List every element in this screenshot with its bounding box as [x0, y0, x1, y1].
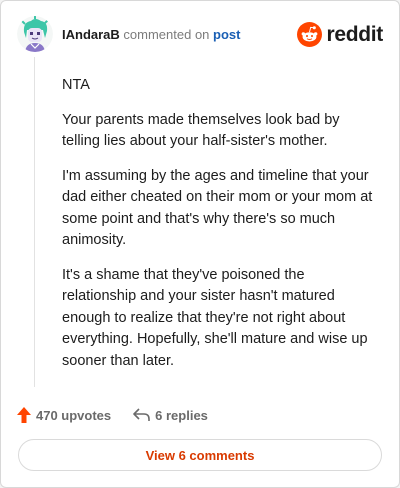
- action-text: commented on: [123, 27, 210, 42]
- upvote-count: 470 upvotes: [36, 407, 112, 423]
- upvote-stat[interactable]: 470 upvotes: [17, 407, 111, 423]
- reply-count: 6 replies: [155, 407, 208, 423]
- upvote-arrow-icon[interactable]: [17, 407, 31, 423]
- comment-paragraph: Your parents made themselves look bad by…: [62, 111, 340, 150]
- reply-arrow-icon[interactable]: [133, 408, 150, 422]
- user-avatar-icon[interactable]: [17, 16, 53, 52]
- comment-body: NTA Your parents made themselves look ba…: [62, 75, 378, 385]
- view-comments-button[interactable]: View 6 comments: [18, 439, 382, 471]
- comment-card: IAndaraB commented on post reddit NTA Yo…: [0, 0, 400, 488]
- brand-wordmark: reddit: [326, 22, 383, 46]
- comment-stats: 470 upvotes 6 replies: [17, 405, 208, 425]
- comment-paragraph: I'm assuming by the ages and timeline th…: [62, 167, 373, 249]
- comment-paragraph: NTA: [62, 77, 90, 93]
- username-link[interactable]: IAndaraB: [62, 27, 120, 42]
- thread-line: [34, 57, 35, 387]
- reddit-snoo-logo-icon: [297, 21, 323, 47]
- reddit-brand[interactable]: reddit: [297, 19, 383, 49]
- reply-stat[interactable]: 6 replies: [133, 408, 208, 423]
- post-link[interactable]: post: [213, 27, 240, 42]
- comment-header: IAndaraB commented on post reddit: [17, 16, 383, 52]
- comment-meta: IAndaraB commented on post: [62, 27, 241, 42]
- comment-paragraph: It's a shame that they've poisoned the r…: [62, 266, 368, 369]
